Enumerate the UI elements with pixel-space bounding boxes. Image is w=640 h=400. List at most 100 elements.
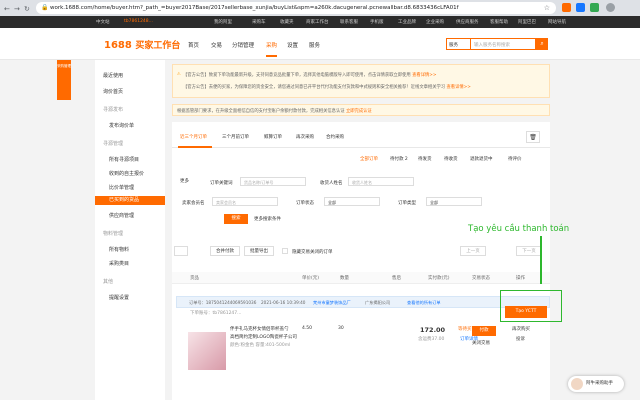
filter-refund[interactable]: 退款退货中 <box>470 156 493 162</box>
more-conditions-link[interactable]: 更多搜索条件 <box>254 216 281 222</box>
search-input[interactable]: 输入服务名称搜索 <box>470 38 536 50</box>
sidebar-item-projects[interactable]: 所有寻源项目 <box>109 156 139 163</box>
forward-icon[interactable]: → <box>14 5 20 13</box>
product-image[interactable] <box>188 332 226 370</box>
buyer-account: 下单账号：tb7861247... <box>190 311 242 316</box>
hide-closed-checkbox[interactable] <box>282 248 288 254</box>
topbar-link[interactable]: 工业品牌 <box>398 19 416 25</box>
sidebar-item-bought[interactable]: 已买到的货品 <box>95 196 165 205</box>
topbar-link[interactable]: 阿里巴巴 <box>518 19 536 25</box>
verify-link[interactable]: 立即完成认证 <box>346 109 372 114</box>
sidebar-item-suppliers[interactable]: 供应商管理 <box>109 212 134 219</box>
view-all-orders-link[interactable]: 查看他的所有订单 <box>407 300 441 306</box>
sidebar-item-recent[interactable]: 最近使用 <box>103 72 123 79</box>
seller-input[interactable]: 卖家会员名 <box>212 197 278 206</box>
filter-all[interactable]: 全部订单 <box>360 156 378 162</box>
status-select[interactable]: 全部 <box>324 197 380 206</box>
nav-distribution[interactable]: 分销管理 <box>232 41 254 49</box>
trash-icon[interactable]: 🗑 <box>526 131 540 143</box>
filter-to-receive[interactable]: 待收货 <box>444 156 458 162</box>
sidebar-item-categories[interactable]: 采购类目 <box>109 260 129 267</box>
tab-contract[interactable]: 合约采购 <box>326 134 344 140</box>
url-text[interactable]: work.1688.com/home/buyer.htm?_path_=buye… <box>50 5 459 11</box>
nav-settings[interactable]: 设置 <box>287 41 298 49</box>
topbar-link[interactable]: 网站导航 <box>548 19 566 25</box>
sidebar-group-source-mgmt[interactable]: 寻源管理 <box>103 140 123 147</box>
type-select[interactable]: 全部 <box>426 197 482 206</box>
topbar-link[interactable]: 手机版 <box>370 19 384 25</box>
prev-page-button[interactable]: 上一页 <box>460 246 486 256</box>
rebuy-link[interactable]: 再次购买 <box>512 326 530 332</box>
topbar-link[interactable]: 商家工作台 <box>306 19 329 25</box>
purchase-assistant-widget[interactable]: 阿牛采购助手 <box>568 376 624 392</box>
order-number[interactable]: 订单号：1875041244069591036 <box>189 300 256 306</box>
notice-text: 【官方公告】去便的买家，为保障您的资金安全，请您通过同意已开平台代付功能支付货款… <box>183 85 471 90</box>
sidebar-item-compare[interactable]: 比价单管理 <box>109 184 134 191</box>
annotation-arrow <box>540 236 542 284</box>
search-scope-select[interactable]: 服务 <box>446 38 470 50</box>
sidebar-item-quotes[interactable]: 收到的自主报价 <box>109 170 144 177</box>
bookmark-star-icon[interactable]: ☆ <box>544 4 550 12</box>
extension-icon[interactable] <box>590 3 599 12</box>
address-bar[interactable]: 🔒 work.1688.com/home/buyer.htm?_path_=bu… <box>36 2 556 14</box>
select-all-checkbox[interactable] <box>174 246 188 256</box>
filter-to-review[interactable]: 待评价 <box>508 156 522 162</box>
tab-wholesale[interactable]: 鲸算订单 <box>264 134 282 140</box>
reload-icon[interactable]: ↻ <box>24 5 30 13</box>
search-button[interactable]: 搜索 <box>224 214 248 224</box>
back-icon[interactable]: ← <box>4 5 10 13</box>
notice-link[interactable]: 查看详情>> <box>412 73 436 78</box>
topbar-link[interactable]: 供应商服务 <box>456 19 479 25</box>
sidebar-item-rfq-home[interactable]: 询价首页 <box>103 88 123 95</box>
topbar-link[interactable]: 客服帮助 <box>490 19 508 25</box>
product-title[interactable]: 伴手礼马克杯女情侣带杯盖勺 <box>230 326 289 332</box>
nav-trade[interactable]: 交易 <box>211 41 222 49</box>
more-toggle[interactable]: 更多 <box>180 178 189 184</box>
site-topbar: 中文站 tb7861248... 我的阿里 采购车 收藏夹 商家工作台 联系客服… <box>0 16 640 28</box>
nav-service[interactable]: 服务 <box>309 41 320 49</box>
topbar-link[interactable]: 我的阿里 <box>214 19 232 25</box>
sidebar-item-publish-rfq[interactable]: 发布询价单 <box>109 122 134 129</box>
sidebar-item-all-materials[interactable]: 所有物料 <box>109 246 129 253</box>
next-page-button[interactable]: 下一页 <box>516 246 542 256</box>
extension-icon[interactable] <box>562 3 571 12</box>
notice-link[interactable]: 查看详情>> <box>446 85 470 90</box>
tab-recent-orders[interactable]: 近三个月订单 <box>180 134 207 140</box>
sidebar-item-reminders[interactable]: 提醒设置 <box>109 294 129 301</box>
filter-unpaid[interactable]: 待付款 2 <box>390 156 408 162</box>
nav-home[interactable]: 首页 <box>188 41 199 49</box>
shop-name[interactable]: 梵州市童梦装饰品厂 <box>313 300 351 306</box>
merge-pay-button[interactable]: 合并付款 <box>210 246 240 256</box>
total-paid: 172.00 <box>420 326 446 334</box>
keyword-label: 订单关键词 <box>210 181 233 186</box>
topbar-user[interactable]: tb7861248... <box>124 19 153 24</box>
close-trade-link[interactable]: 关闭交易 <box>472 340 490 346</box>
topbar-link[interactable]: 收藏夹 <box>280 19 294 25</box>
sidebar-group-sourcing[interactable]: 寻源发布 <box>103 106 123 113</box>
sidebar-group-other[interactable]: 其他 <box>103 278 113 285</box>
topbar-lang[interactable]: 中文站 <box>96 19 110 25</box>
topbar-link[interactable]: 企业采购 <box>426 19 444 25</box>
filter-to-ship[interactable]: 待发货 <box>418 156 432 162</box>
logo[interactable]: 1688 买家工作台 <box>104 38 180 51</box>
search-icon[interactable]: ⌕ <box>536 38 548 50</box>
keyword-input[interactable]: 货品名称/订单号 <box>240 177 306 186</box>
col-price: 单价(元) <box>302 276 320 281</box>
report-link[interactable]: 投诉 <box>516 336 525 342</box>
extension-icon[interactable] <box>576 3 585 12</box>
pay-button[interactable]: 付款 <box>472 326 496 336</box>
receiver-input[interactable]: 收货人姓名 <box>348 177 414 186</box>
purchase-management-tab[interactable]: 采购管理 <box>57 60 71 100</box>
tab-older-orders[interactable]: 三个月前订单 <box>222 134 249 140</box>
seller-label: 卖家会员名 <box>182 201 205 206</box>
type-label: 订单类型 <box>398 201 416 206</box>
col-aftersale: 售后 <box>392 276 401 281</box>
topbar-link[interactable]: 采购车 <box>252 19 266 25</box>
tab-rebuy[interactable]: 再次采购 <box>296 134 314 140</box>
nav-purchase[interactable]: 采购 <box>266 41 278 57</box>
sidebar-group-materials[interactable]: 物料管理 <box>103 230 123 237</box>
topbar-link[interactable]: 联系客服 <box>340 19 358 25</box>
product-desc[interactable]: 高档简约定制LOGO陶瓷杯子公司 <box>230 334 297 340</box>
batch-export-button[interactable]: 批量导出 <box>244 246 274 256</box>
profile-icon[interactable] <box>606 3 615 12</box>
